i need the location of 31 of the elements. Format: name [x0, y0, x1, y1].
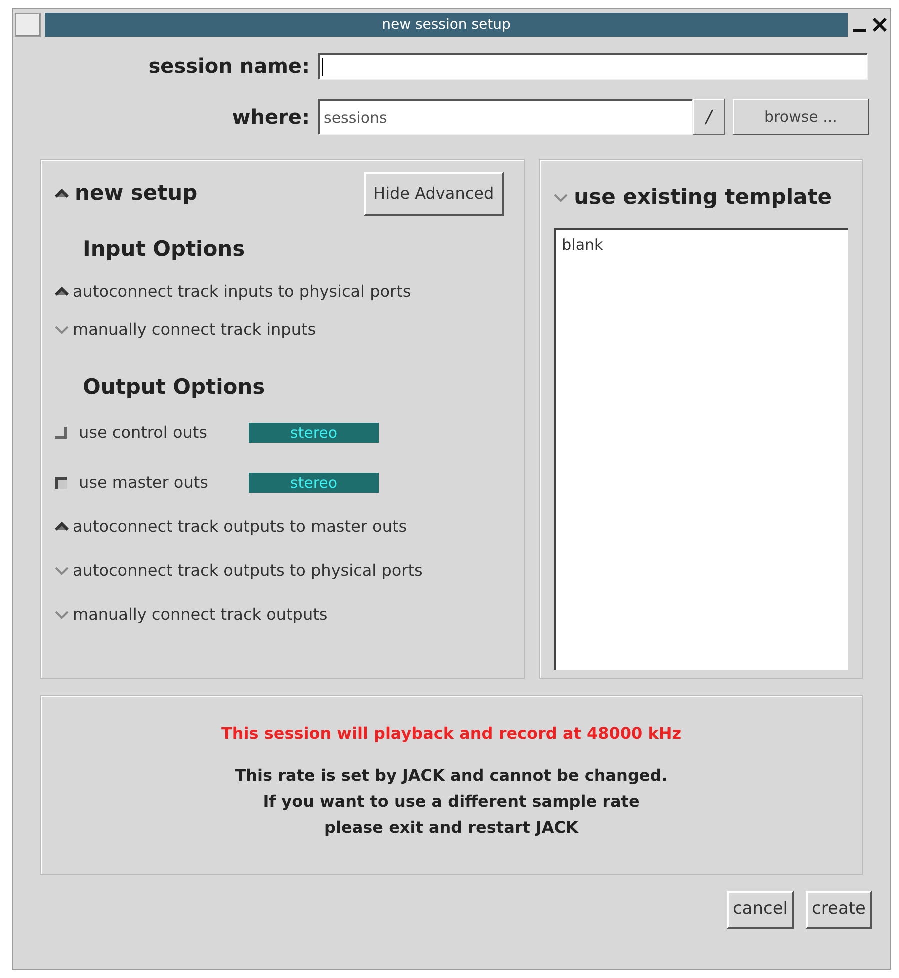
radio-button[interactable]: autoconnect track outputs to physical ports — [55, 559, 510, 583]
checkbox[interactable] — [55, 477, 67, 489]
section-heading: Output Options — [83, 374, 266, 400]
radio-button[interactable]: new setup — [55, 178, 198, 210]
channel-mode-dropdown[interactable]: stereo — [249, 423, 379, 443]
radio-button[interactable]: autoconnect track inputs to physical ports — [55, 280, 510, 304]
list-item[interactable]: blank — [562, 234, 842, 256]
section-heading: Input Options — [83, 236, 246, 263]
close-icon[interactable] — [872, 17, 888, 33]
window-menu-button[interactable] — [15, 13, 41, 37]
window-title: new session setup — [382, 16, 511, 34]
hide-advanced-button[interactable]: Hide Advanced — [364, 172, 504, 216]
warning-text: This session will playback and record at 48000 kHz — [221, 723, 682, 745]
info-text: If you want to use a different sample rate — [263, 791, 640, 813]
session-name-field[interactable] — [318, 52, 868, 80]
info-text: This rate is set by JACK and cannot be changed. — [235, 765, 668, 787]
radio-button[interactable]: manually connect track inputs — [55, 318, 510, 342]
radio-button[interactable]: manually connect track outputs — [55, 603, 510, 627]
browse-button[interactable]: browse ... — [733, 99, 869, 135]
info-text: please exit and restart JACK — [324, 817, 578, 839]
radio-button[interactable]: autoconnect track outputs to master outs — [55, 515, 510, 539]
field-label: where: — [232, 105, 310, 129]
radio-button[interactable]: use existing template — [554, 182, 848, 214]
dialog-button[interactable]: create — [806, 891, 872, 929]
field-label: session name: — [148, 54, 310, 78]
checkbox-label: use master outs — [79, 472, 210, 494]
path-button[interactable]: / — [693, 99, 725, 135]
checkbox-label: use control outs — [79, 422, 208, 444]
dialog-button[interactable]: cancel — [726, 891, 794, 929]
where-field[interactable]: sessions — [318, 99, 693, 135]
channel-mode-dropdown[interactable]: stereo — [249, 473, 379, 493]
